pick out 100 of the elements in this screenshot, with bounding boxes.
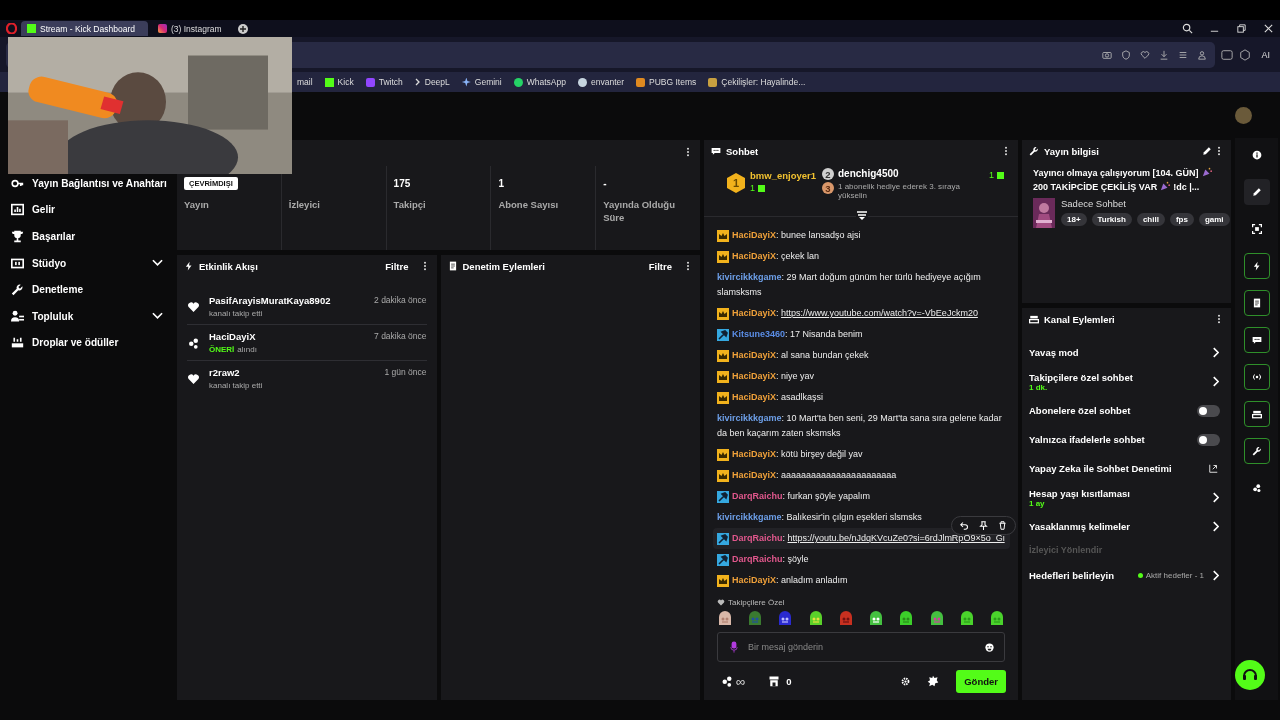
more-icon[interactable] bbox=[1217, 146, 1221, 156]
sidebar-item[interactable]: Yayın Bağlantısı ve Anahtarı bbox=[0, 170, 173, 197]
sidebar-item[interactable]: Başarılar bbox=[0, 223, 173, 250]
bookmark[interactable]: envanter bbox=[577, 77, 625, 87]
chevron-right-icon bbox=[1212, 347, 1219, 358]
tag[interactable]: Turkish bbox=[1091, 213, 1132, 226]
more-icon[interactable] bbox=[422, 261, 427, 271]
chevron-right-icon bbox=[1212, 492, 1219, 503]
document-icon bbox=[447, 261, 458, 271]
filter-button[interactable]: Filtre bbox=[385, 260, 409, 272]
channel-action[interactable]: Abonelere özel sohbet bbox=[1029, 396, 1223, 425]
cube-icon[interactable] bbox=[1239, 48, 1252, 61]
channel-action[interactable]: Hedefleri belirleyin Aktif hedefler - 1 bbox=[1029, 561, 1223, 590]
chevron-right-icon bbox=[1212, 570, 1219, 581]
filter-button[interactable]: Filtre bbox=[648, 260, 672, 272]
channel-action[interactable]: Hesap yaşı kısıtlaması 1 ay bbox=[1029, 483, 1223, 512]
extension-icon[interactable] bbox=[1221, 48, 1234, 61]
kick-logo-icon bbox=[27, 24, 36, 33]
emote-icon[interactable] bbox=[898, 611, 915, 627]
emote-icon[interactable] bbox=[958, 611, 975, 627]
reply-icon[interactable] bbox=[960, 521, 969, 530]
tag[interactable]: gami bbox=[1198, 213, 1230, 226]
browser-logo-icon[interactable] bbox=[6, 23, 17, 34]
emote-icon[interactable] bbox=[928, 611, 945, 627]
rail-button[interactable] bbox=[1243, 327, 1270, 353]
microphone-icon[interactable] bbox=[730, 641, 738, 653]
dots-icon[interactable] bbox=[721, 675, 733, 687]
emote-icon[interactable] bbox=[777, 611, 794, 627]
emote-icon[interactable] bbox=[807, 611, 824, 627]
bookmark[interactable]: Twitch bbox=[365, 77, 403, 87]
trash-icon[interactable] bbox=[998, 521, 1007, 530]
bookmark[interactable]: mail bbox=[297, 77, 313, 87]
user-avatar[interactable] bbox=[1235, 106, 1252, 124]
bookmark[interactable]: Çekilişler: Hayalinde... bbox=[708, 77, 806, 87]
sidebar-item[interactable]: Stüdyo bbox=[0, 249, 173, 277]
category-thumbnail bbox=[1033, 198, 1055, 228]
send-button[interactable]: Gönder bbox=[956, 669, 1006, 693]
toggle-switch[interactable] bbox=[1197, 404, 1220, 417]
bookmark[interactable]: WhatsApp bbox=[513, 77, 566, 87]
emote-icon[interactable] bbox=[717, 611, 733, 627]
rail-button[interactable] bbox=[1243, 179, 1270, 205]
menu-icon[interactable] bbox=[1178, 49, 1189, 60]
more-icon[interactable] bbox=[686, 147, 690, 157]
stat-label: Yayın bbox=[184, 198, 210, 211]
bookmark[interactable]: Gemini bbox=[461, 77, 502, 87]
new-tab-icon[interactable] bbox=[237, 23, 248, 34]
shield-icon[interactable] bbox=[1121, 49, 1132, 60]
chat-message: HaciDayiX: anladım anladım bbox=[732, 574, 848, 587]
emote-icon[interactable] bbox=[988, 611, 1005, 627]
rail-button[interactable] bbox=[1243, 438, 1270, 464]
channel-action[interactable]: Yasaklanmış kelimeler bbox=[1029, 512, 1223, 541]
sidebar-item[interactable]: Gelir bbox=[0, 196, 173, 224]
channel-action[interactable]: Yavaş mod bbox=[1029, 338, 1223, 367]
document-icon bbox=[1251, 298, 1262, 308]
restore-icon[interactable] bbox=[1236, 23, 1247, 34]
more-icon[interactable] bbox=[1217, 314, 1221, 324]
heart-icon[interactable] bbox=[1140, 49, 1151, 60]
rail-button[interactable] bbox=[1243, 401, 1270, 427]
sidebar-item[interactable]: Topluluk bbox=[0, 302, 173, 330]
channel-action[interactable]: Yapay Zeka ile Sohbet Denetimi bbox=[1029, 454, 1223, 483]
store-icon[interactable] bbox=[768, 675, 781, 687]
emote-icon[interactable] bbox=[868, 611, 885, 627]
toggle-switch[interactable] bbox=[1197, 433, 1220, 446]
event-username: r2raw2 bbox=[209, 367, 240, 378]
message-field[interactable]: Bir mesaj gönderin bbox=[717, 632, 1005, 662]
category-name[interactable]: Sadece Sohbet bbox=[1061, 198, 1230, 209]
bookmark[interactable]: DeepL bbox=[414, 77, 450, 87]
crown-badge bbox=[717, 469, 729, 482]
badge-icon[interactable] bbox=[927, 675, 940, 687]
bookmark[interactable]: Kick bbox=[324, 77, 354, 87]
channel-action[interactable]: Yalnızca ifadelerle sohbet bbox=[1029, 425, 1223, 454]
browser-tab[interactable]: (3) Instagram bbox=[152, 21, 228, 36]
emoji-icon[interactable] bbox=[985, 642, 994, 652]
hammer-badge bbox=[717, 490, 729, 503]
sidebar-item[interactable]: Denetleme bbox=[0, 276, 173, 303]
person-icon[interactable] bbox=[1197, 49, 1208, 60]
action-label: Yapay Zeka ile Sohbet Denetimi bbox=[1029, 463, 1173, 474]
channel-action[interactable]: Takipçilere özel sohbet 1 dk. bbox=[1029, 367, 1223, 396]
focus-icon bbox=[1251, 224, 1262, 234]
tag[interactable]: chill bbox=[1136, 213, 1165, 226]
pin-icon[interactable] bbox=[979, 521, 988, 530]
camera-icon[interactable] bbox=[1102, 49, 1113, 60]
download-icon[interactable] bbox=[1159, 49, 1170, 60]
browser-tab[interactable]: Stream - Kick Dashboard bbox=[21, 21, 148, 36]
more-icon[interactable] bbox=[686, 261, 690, 271]
stat-label: Yayında Olduğu Süre bbox=[603, 198, 676, 224]
tag[interactable]: fps bbox=[1169, 213, 1194, 226]
rail-button[interactable] bbox=[1243, 290, 1270, 316]
sidebar-item[interactable]: Droplar ve ödüller bbox=[0, 329, 173, 357]
search-icon[interactable] bbox=[1182, 23, 1193, 34]
tag[interactable]: 18+ bbox=[1061, 213, 1087, 226]
settings-icon[interactable] bbox=[901, 676, 911, 686]
message-input[interactable]: Bir mesaj gönderin bbox=[748, 642, 975, 652]
collapse-icon[interactable] bbox=[856, 211, 868, 221]
pencil-icon[interactable] bbox=[1202, 146, 1212, 156]
more-icon[interactable] bbox=[1004, 146, 1008, 156]
bookmark[interactable]: PUBG Items bbox=[636, 77, 697, 87]
close-icon[interactable] bbox=[1263, 23, 1274, 34]
rank-badge: 1 bbox=[726, 172, 746, 194]
ai-button[interactable]: AI bbox=[1257, 47, 1274, 62]
